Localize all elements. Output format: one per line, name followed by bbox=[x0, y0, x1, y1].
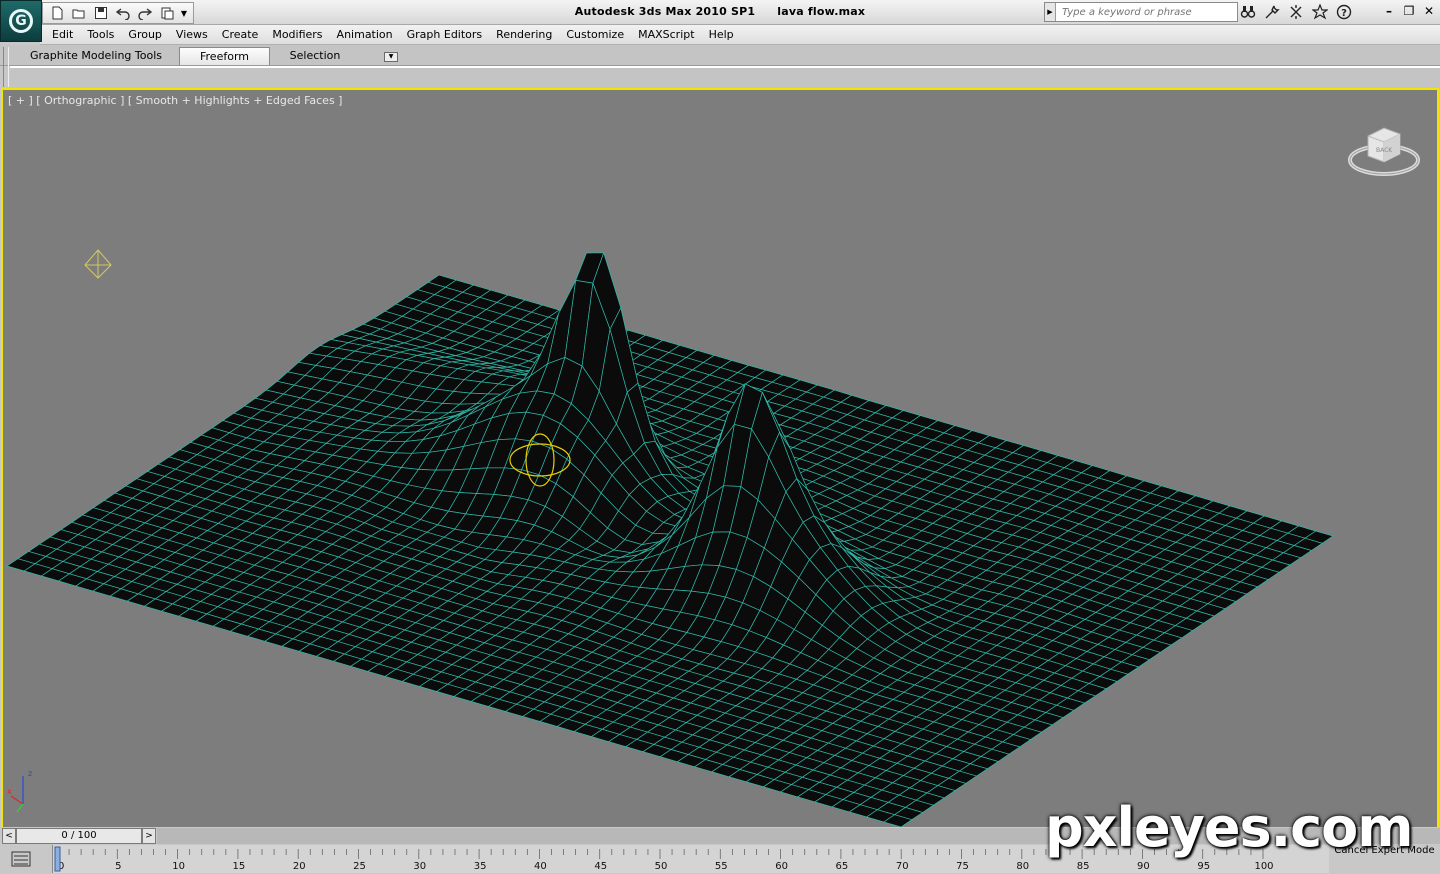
menu-rendering[interactable]: Rendering bbox=[489, 25, 559, 44]
axis-x-label: x bbox=[7, 787, 12, 796]
watermark: pxleyes.com bbox=[1045, 796, 1413, 859]
viewcube[interactable]: BACK bbox=[1346, 120, 1422, 180]
tools-icon[interactable] bbox=[1262, 3, 1282, 21]
application-menu-button[interactable]: G bbox=[0, 0, 42, 42]
search-expand-icon[interactable]: ▶ bbox=[1045, 3, 1056, 21]
perspective-viewport[interactable]: [ + ] [ Orthographic ] [ Smooth + Highli… bbox=[1, 88, 1439, 829]
axis-tripod-icon: z x bbox=[7, 769, 32, 813]
frame-label: 75 bbox=[956, 861, 969, 872]
tab-selection[interactable]: Selection bbox=[270, 47, 360, 64]
menu-create[interactable]: Create bbox=[215, 25, 266, 44]
frame-label: 15 bbox=[233, 861, 246, 872]
frame-label: 85 bbox=[1077, 861, 1090, 872]
frame-label: 25 bbox=[353, 861, 366, 872]
menu-edit[interactable]: Edit bbox=[40, 25, 80, 44]
frame-label: 100 bbox=[1254, 861, 1273, 872]
menu-maxscript[interactable]: MAXScript bbox=[631, 25, 701, 44]
viewport-label[interactable]: [ + ] [ Orthographic ] [ Smooth + Highli… bbox=[8, 94, 342, 107]
menu-animation[interactable]: Animation bbox=[330, 25, 400, 44]
svg-text:?: ? bbox=[1341, 8, 1347, 19]
menu-help[interactable]: Help bbox=[702, 25, 741, 44]
ribbon-minimize-dropdown-icon[interactable]: ▼ bbox=[384, 52, 398, 62]
light-helper-icon[interactable] bbox=[84, 249, 112, 279]
frame-label: 5 bbox=[115, 861, 121, 872]
ribbon-tab-bar: Graphite Modeling Tools Freeform Selecti… bbox=[0, 45, 1440, 87]
menu-graph-editors[interactable]: Graph Editors bbox=[400, 25, 490, 44]
terrain-wireframe bbox=[6, 251, 1334, 827]
search-box: ▶ bbox=[1044, 2, 1238, 22]
viewcube-face-label: BACK bbox=[1376, 147, 1393, 154]
menu-views[interactable]: Views bbox=[169, 25, 215, 44]
menu-customize[interactable]: Customize bbox=[559, 25, 631, 44]
frame-label: 20 bbox=[293, 861, 306, 872]
tab-freeform[interactable]: Freeform bbox=[179, 47, 270, 65]
frame-label: 65 bbox=[836, 861, 849, 872]
mini-curve-editor-icon[interactable] bbox=[8, 849, 34, 869]
frame-label: 40 bbox=[534, 861, 547, 872]
frame-label: 45 bbox=[594, 861, 607, 872]
frame-label: 95 bbox=[1197, 861, 1210, 872]
ribbon-panel bbox=[10, 66, 1440, 88]
time-slider-thumb[interactable]: 0 / 100 bbox=[16, 828, 142, 844]
frame-label: 70 bbox=[896, 861, 909, 872]
frame-label: 10 bbox=[172, 861, 185, 872]
menu-bar: Edit Tools Group Views Create Modifiers … bbox=[40, 25, 1440, 45]
tab-graphite-modeling-tools[interactable]: Graphite Modeling Tools bbox=[12, 47, 180, 64]
menu-group[interactable]: Group bbox=[121, 25, 169, 44]
communication-center-icon[interactable] bbox=[1286, 3, 1306, 21]
frame-label: 55 bbox=[715, 861, 728, 872]
terrain-mesh[interactable] bbox=[3, 90, 1437, 827]
window-controls: – ❐ ✕ bbox=[1382, 3, 1436, 19]
axis-z-label: z bbox=[28, 769, 32, 778]
time-slider-next-button[interactable]: > bbox=[142, 828, 156, 844]
info-center-toolbar: ? bbox=[1238, 2, 1354, 22]
frame-label: 30 bbox=[413, 861, 426, 872]
search-input[interactable] bbox=[1056, 4, 1234, 20]
ribbon-grip-handle[interactable] bbox=[3, 47, 9, 87]
frame-label: 35 bbox=[474, 861, 487, 872]
app-name: Autodesk 3ds Max 2010 SP1 bbox=[574, 5, 756, 18]
current-frame-marker[interactable] bbox=[54, 846, 61, 872]
binoculars-icon[interactable] bbox=[1238, 3, 1258, 21]
3ds-max-logo-icon: G bbox=[9, 9, 33, 33]
restore-icon[interactable]: ❐ bbox=[1402, 3, 1416, 19]
time-slider-prev-button[interactable]: < bbox=[2, 828, 16, 844]
frame-label: 50 bbox=[655, 861, 668, 872]
frame-label: 60 bbox=[775, 861, 788, 872]
frame-label: 80 bbox=[1016, 861, 1029, 872]
minimize-icon[interactable]: – bbox=[1382, 3, 1396, 19]
favorites-star-icon[interactable] bbox=[1310, 3, 1330, 21]
frame-label: 90 bbox=[1137, 861, 1150, 872]
menu-modifiers[interactable]: Modifiers bbox=[265, 25, 329, 44]
file-name: lava flow.max bbox=[777, 5, 866, 18]
close-icon[interactable]: ✕ bbox=[1422, 3, 1436, 19]
help-icon[interactable]: ? bbox=[1334, 3, 1354, 21]
title-bar: ▼ Autodesk 3ds Max 2010 SP1 lava flow.max… bbox=[0, 0, 1440, 25]
menu-tools[interactable]: Tools bbox=[80, 25, 121, 44]
